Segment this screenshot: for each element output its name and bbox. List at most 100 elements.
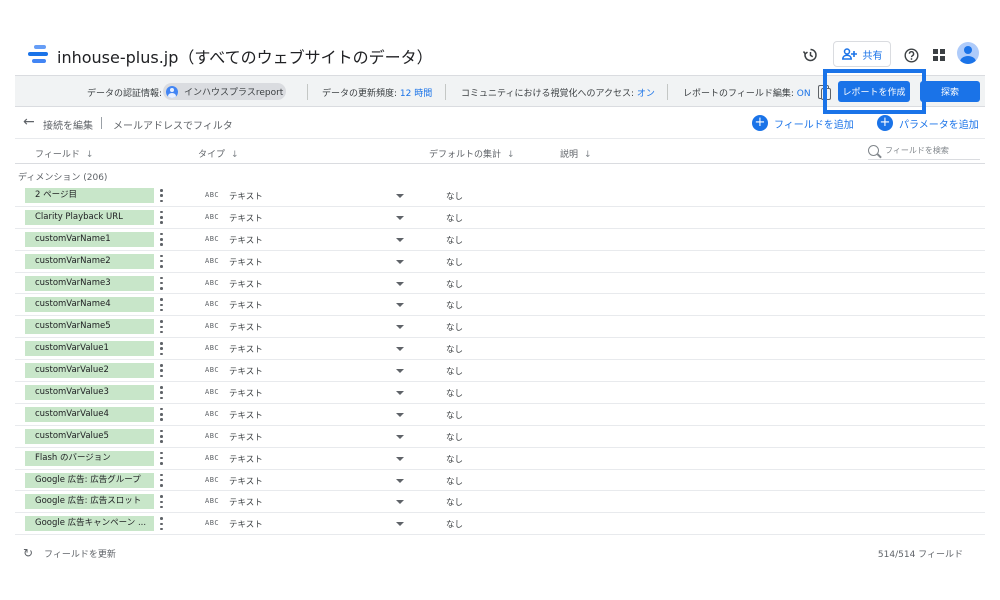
field-aggregation-value[interactable]: なし	[446, 321, 463, 333]
field-aggregation-value[interactable]: なし	[446, 299, 463, 311]
field-type-value[interactable]: テキスト	[229, 234, 263, 246]
field-type-value[interactable]: テキスト	[229, 431, 263, 443]
field-aggregation-value[interactable]: なし	[446, 453, 463, 465]
more-vert-icon[interactable]	[160, 429, 163, 443]
field-name-chip[interactable]: Google 広告: 広告スロット	[25, 494, 154, 510]
help-icon[interactable]	[900, 44, 922, 66]
more-vert-icon[interactable]	[160, 210, 163, 224]
filter-by-email-link[interactable]: メールアドレスでフィルタ	[113, 117, 233, 132]
field-type-value[interactable]: テキスト	[229, 321, 263, 333]
credential-chip[interactable]: インハウスプラスreport	[163, 83, 286, 100]
field-type-value[interactable]: テキスト	[229, 518, 263, 530]
field-type-value[interactable]: テキスト	[229, 278, 263, 290]
field-name-chip[interactable]: customVarValue3	[25, 385, 154, 401]
field-aggregation-value[interactable]: なし	[446, 475, 463, 487]
refresh-icon[interactable]: ↻	[23, 546, 33, 560]
field-name-chip[interactable]: 2 ページ目	[25, 188, 154, 203]
field-type-value[interactable]: テキスト	[229, 343, 263, 355]
field-aggregation-value[interactable]: なし	[446, 387, 463, 399]
field-type-value[interactable]: テキスト	[229, 496, 263, 508]
chevron-down-icon[interactable]	[396, 325, 404, 330]
field-aggregation-value[interactable]: なし	[446, 518, 463, 530]
field-aggregation-value[interactable]: なし	[446, 190, 463, 202]
refresh-fields-link[interactable]: フィールドを更新	[44, 547, 116, 560]
field-type-value[interactable]: テキスト	[229, 190, 263, 202]
field-name-chip[interactable]: customVarName1	[25, 231, 154, 247]
column-aggregation[interactable]: デフォルトの集計 ↓	[429, 147, 515, 160]
field-name-chip[interactable]: Clarity Playback URL	[25, 209, 154, 225]
share-button[interactable]: 共有	[833, 41, 891, 67]
field-aggregation-value[interactable]: なし	[446, 496, 463, 508]
field-name-chip[interactable]: customVarName2	[25, 253, 154, 269]
column-field[interactable]: フィールド ↓	[35, 147, 93, 160]
chevron-down-icon[interactable]	[396, 369, 404, 374]
field-name-chip[interactable]: customVarValue2	[25, 363, 154, 379]
chevron-down-icon[interactable]	[396, 522, 404, 527]
chevron-down-icon[interactable]	[396, 434, 404, 439]
field-name-chip[interactable]: customVarValue4	[25, 406, 154, 422]
chevron-down-icon[interactable]	[396, 412, 404, 417]
field-aggregation-value[interactable]: なし	[446, 278, 463, 290]
chevron-down-icon[interactable]	[396, 194, 404, 198]
apps-grid-icon[interactable]	[928, 44, 950, 66]
more-vert-icon[interactable]	[160, 254, 163, 268]
add-parameter-button[interactable]: + パラメータを追加	[877, 115, 979, 131]
field-name-chip[interactable]: Google 広告: 広告グループ	[25, 472, 154, 488]
field-name-chip[interactable]: Google 広告キャンペーン ...	[25, 516, 154, 532]
field-aggregation-value[interactable]: なし	[446, 431, 463, 443]
field-aggregation-value[interactable]: なし	[446, 343, 463, 355]
chevron-down-icon[interactable]	[396, 391, 404, 396]
field-name-chip[interactable]: customVarName3	[25, 275, 154, 291]
field-name-chip[interactable]: Flash のバージョン	[25, 450, 154, 466]
field-edit-value[interactable]: ON	[797, 89, 811, 99]
more-vert-icon[interactable]	[160, 386, 163, 400]
field-aggregation-value[interactable]: なし	[446, 256, 463, 268]
back-arrow-icon[interactable]: ←	[23, 114, 35, 130]
field-name-chip[interactable]: customVarValue5	[25, 428, 154, 444]
column-type[interactable]: タイプ ↓	[198, 147, 239, 160]
chevron-down-icon[interactable]	[396, 347, 404, 352]
field-search-input[interactable]: フィールドを検索	[868, 142, 980, 160]
more-vert-icon[interactable]	[160, 364, 163, 378]
field-type-value[interactable]: テキスト	[229, 365, 263, 377]
field-aggregation-value[interactable]: なし	[446, 234, 463, 246]
field-type-value[interactable]: テキスト	[229, 212, 263, 224]
chevron-down-icon[interactable]	[396, 456, 404, 461]
history-icon[interactable]	[799, 44, 821, 66]
chevron-down-icon[interactable]	[396, 500, 404, 505]
chevron-down-icon[interactable]	[396, 215, 404, 220]
community-access-value[interactable]: オン	[637, 89, 655, 99]
refresh-frequency-value[interactable]: 12 時間	[400, 89, 432, 99]
more-vert-icon[interactable]	[160, 342, 163, 356]
field-type-value[interactable]: テキスト	[229, 409, 263, 421]
add-field-button[interactable]: + フィールドを追加	[752, 115, 854, 131]
chevron-down-icon[interactable]	[396, 237, 404, 242]
more-vert-icon[interactable]	[160, 451, 163, 465]
explore-button[interactable]: 探索	[920, 81, 980, 102]
column-description[interactable]: 説明 ↓	[560, 147, 592, 160]
more-vert-icon[interactable]	[160, 495, 163, 509]
field-type-value[interactable]: テキスト	[229, 256, 263, 268]
more-vert-icon[interactable]	[160, 298, 163, 312]
field-name-chip[interactable]: customVarValue1	[25, 341, 154, 357]
chevron-down-icon[interactable]	[396, 259, 404, 264]
field-aggregation-value[interactable]: なし	[446, 212, 463, 224]
more-vert-icon[interactable]	[160, 189, 163, 202]
more-vert-icon[interactable]	[160, 320, 163, 334]
field-type-value[interactable]: テキスト	[229, 475, 263, 487]
more-vert-icon[interactable]	[160, 517, 163, 531]
chevron-down-icon[interactable]	[396, 478, 404, 483]
field-aggregation-value[interactable]: なし	[446, 409, 463, 421]
field-name-chip[interactable]: customVarName5	[25, 319, 154, 335]
edit-connection-link[interactable]: 接続を編集	[43, 117, 93, 132]
chevron-down-icon[interactable]	[396, 303, 404, 308]
field-aggregation-value[interactable]: なし	[446, 365, 463, 377]
more-vert-icon[interactable]	[160, 276, 163, 290]
more-vert-icon[interactable]	[160, 407, 163, 421]
more-vert-icon[interactable]	[160, 473, 163, 487]
field-name-chip[interactable]: customVarName4	[25, 297, 154, 313]
field-type-value[interactable]: テキスト	[229, 453, 263, 465]
account-avatar[interactable]	[957, 42, 979, 64]
field-type-value[interactable]: テキスト	[229, 299, 263, 311]
field-type-value[interactable]: テキスト	[229, 387, 263, 399]
